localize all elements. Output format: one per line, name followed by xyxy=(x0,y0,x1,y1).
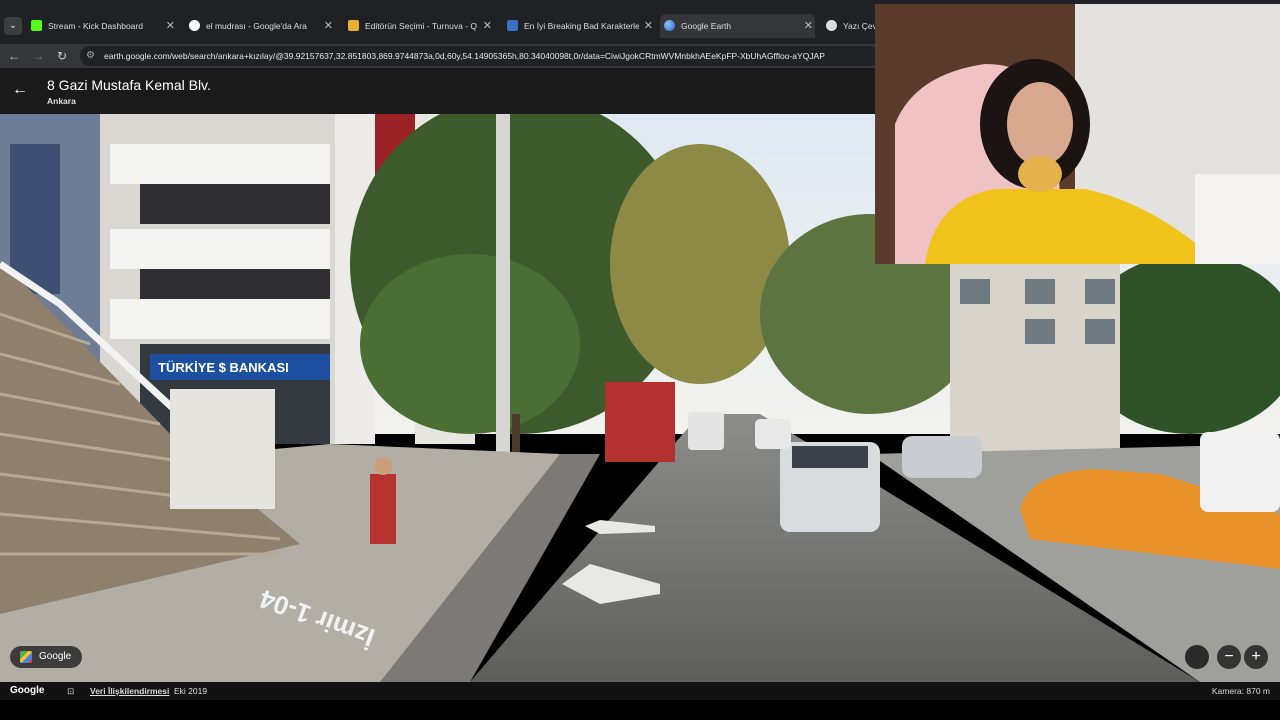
site-settings-icon[interactable]: ⚙ xyxy=(86,50,95,61)
close-icon[interactable]: ✕ xyxy=(324,16,333,36)
kiosk xyxy=(605,382,675,462)
kick-icon xyxy=(31,20,42,31)
zoom-in-button[interactable]: + xyxy=(1244,645,1268,669)
data-attribution-link[interactable]: Veri İlişkilendirmesi xyxy=(90,682,169,700)
close-icon[interactable]: ✕ xyxy=(804,14,813,38)
pedestrian xyxy=(370,474,396,544)
window xyxy=(1025,319,1055,344)
webcam-feed xyxy=(875,4,1280,264)
tab-label: Editörün Seçimi - Turnuva - Q xyxy=(365,21,477,31)
earth-header: ← 8 Gazi Mustafa Kemal Blv. Ankara xyxy=(0,68,875,114)
compass-icon[interactable] xyxy=(1185,645,1209,669)
tab-google-earth[interactable]: Google Earth ✕ xyxy=(660,14,815,38)
reload-icon[interactable]: ↻ xyxy=(52,46,72,66)
zoom-out-button[interactable]: − xyxy=(1217,645,1241,669)
floor-band xyxy=(110,299,330,339)
window xyxy=(960,279,990,304)
bank-sign-text: TÜRKİYE $ BANKASI xyxy=(158,360,289,375)
window xyxy=(1025,279,1055,304)
data-layers-icon[interactable]: ⊡ xyxy=(67,682,74,700)
tab-breaking-bad[interactable]: En İyi Breaking Bad Karakterleri ✕ xyxy=(503,16,655,36)
back-arrow-icon[interactable]: ← xyxy=(4,46,24,66)
floor-band xyxy=(110,144,330,184)
tab-label: En İyi Breaking Bad Karakterleri xyxy=(524,21,639,31)
booth xyxy=(170,389,275,509)
back-arrow-icon[interactable]: ← xyxy=(10,80,30,100)
face xyxy=(1007,82,1073,166)
google-earth-icon xyxy=(664,20,675,31)
url-text[interactable]: earth.google.com/web/search/ankara+kızıl… xyxy=(104,46,825,66)
earth-status-bar: Google ⊡ Veri İlişkilendirmesi Eki 2019 … xyxy=(0,682,1280,700)
camera-altitude: Kamera: 870 m xyxy=(1211,686,1270,696)
tab-search-button[interactable]: ⌄ xyxy=(4,17,22,35)
imagery-date: Eki 2019 xyxy=(174,686,208,696)
bottom-letterbox xyxy=(0,700,1280,720)
google-chip-label: Google xyxy=(39,651,72,662)
tree xyxy=(610,144,790,384)
hand xyxy=(1018,156,1062,192)
place-subtitle: Ankara xyxy=(47,96,76,106)
google-maps-icon xyxy=(20,651,32,663)
google-logo: Google xyxy=(10,685,45,696)
window xyxy=(1085,279,1115,304)
pillow xyxy=(1195,174,1280,264)
forward-arrow-icon[interactable]: → xyxy=(28,46,48,66)
url-field[interactable]: ⚙ earth.google.com/web/search/ankara+kız… xyxy=(80,46,880,66)
tab-label: Stream - Kick Dashboard xyxy=(48,21,143,31)
floor-band xyxy=(110,229,330,269)
google-attribution-chip[interactable]: Google xyxy=(10,646,82,668)
site-icon xyxy=(348,20,359,31)
window-band xyxy=(140,184,330,224)
webcam-overlay xyxy=(875,4,1280,264)
car xyxy=(755,419,791,449)
close-icon[interactable]: ✕ xyxy=(166,16,175,36)
tab-label: el mudrası - Google'da Ara xyxy=(206,21,307,31)
pedestrian-head xyxy=(374,457,392,475)
tab-translate[interactable]: Yazı Çevir xyxy=(822,16,882,36)
google-icon xyxy=(189,20,200,31)
tab-label: Google Earth xyxy=(681,21,732,31)
site-icon xyxy=(507,20,518,31)
van xyxy=(688,412,724,450)
translate-icon xyxy=(826,20,837,31)
window-band xyxy=(140,269,330,299)
tree xyxy=(360,254,580,434)
tab-google-search[interactable]: el mudrası - Google'da Ara ✕ xyxy=(185,16,335,36)
silver-car xyxy=(902,436,982,478)
police-car xyxy=(1200,432,1280,512)
tab-editor-choice[interactable]: Editörün Seçimi - Turnuva - Q ✕ xyxy=(344,16,494,36)
windshield xyxy=(792,446,868,468)
tab-kick-dashboard[interactable]: Stream - Kick Dashboard ✕ xyxy=(27,16,177,36)
window xyxy=(1085,319,1115,344)
close-icon[interactable]: ✕ xyxy=(483,16,492,36)
place-title: 8 Gazi Mustafa Kemal Blv. xyxy=(47,77,211,93)
close-icon[interactable]: ✕ xyxy=(644,16,653,36)
